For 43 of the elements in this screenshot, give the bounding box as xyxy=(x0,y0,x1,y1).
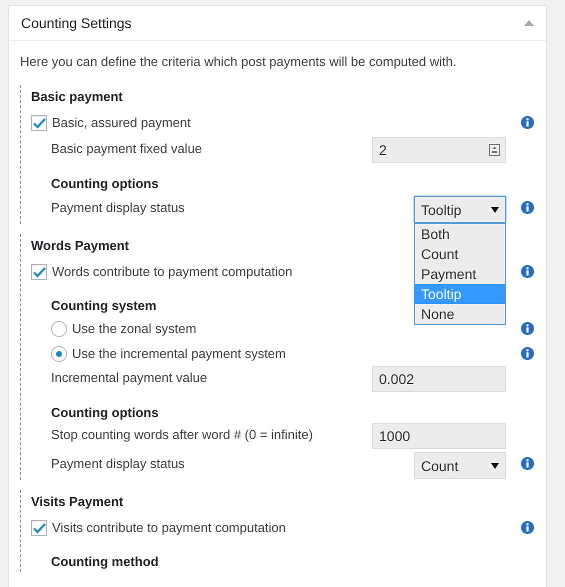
field-label: Basic payment fixed value xyxy=(51,140,202,158)
checkbox[interactable] xyxy=(31,264,47,280)
section-heading: Visits Payment xyxy=(31,493,124,511)
field-label: Incremental payment value xyxy=(51,369,208,387)
input-field[interactable]: 1000 xyxy=(372,423,506,449)
description-text: Here you can define the criteria which post payments will be computed with. xyxy=(20,54,458,69)
dropdown[interactable]: Tooltip xyxy=(414,196,506,223)
input-field[interactable]: 2 xyxy=(372,137,506,163)
info-icon[interactable] xyxy=(521,201,534,214)
input-field[interactable]: 0.002 xyxy=(372,366,506,392)
info-icon[interactable] xyxy=(521,521,534,534)
section-heading: Words Payment xyxy=(31,237,130,255)
info-icon[interactable] xyxy=(521,265,534,278)
info-icon[interactable] xyxy=(521,457,534,470)
caret-icon xyxy=(491,462,499,468)
dropdown-option[interactable]: Count xyxy=(415,244,505,264)
dropdown-option[interactable]: None xyxy=(415,304,505,324)
field-label: Stop counting words after word # (0 = infinite) xyxy=(51,426,313,444)
dropdown-option[interactable]: Payment xyxy=(415,264,505,284)
caret-icon xyxy=(491,206,499,212)
dropdown[interactable]: Count xyxy=(414,452,506,479)
info-icon[interactable] xyxy=(521,116,534,129)
field-label: Payment display status xyxy=(51,455,185,473)
field-label: Payment display status xyxy=(51,199,185,217)
subsection-heading: Counting system xyxy=(51,297,156,315)
subsection-heading: Counting method xyxy=(51,553,159,571)
subsection-heading: Counting options xyxy=(51,175,159,193)
checkbox[interactable] xyxy=(31,115,47,131)
info-icon[interactable] xyxy=(521,347,534,360)
spinner-icon[interactable] xyxy=(489,144,500,156)
checkbox-label: Basic, assured payment xyxy=(52,114,191,132)
info-icon[interactable] xyxy=(521,322,534,335)
checkbox-label: Words contribute to payment computation xyxy=(52,263,292,281)
radio-label: Use the incremental payment system xyxy=(72,345,286,363)
panel-title: Counting Settings xyxy=(21,15,132,31)
subsection-heading: Counting options xyxy=(51,404,159,422)
checkbox[interactable] xyxy=(31,520,47,536)
checkbox-label: Visits contribute to payment computation xyxy=(52,519,286,537)
dropdown-option[interactable]: Both xyxy=(415,224,505,244)
radio-button[interactable] xyxy=(51,321,67,337)
section-heading: Basic payment xyxy=(31,88,123,106)
radio-label: Use the zonal system xyxy=(72,320,196,338)
radio-button[interactable] xyxy=(51,346,67,362)
